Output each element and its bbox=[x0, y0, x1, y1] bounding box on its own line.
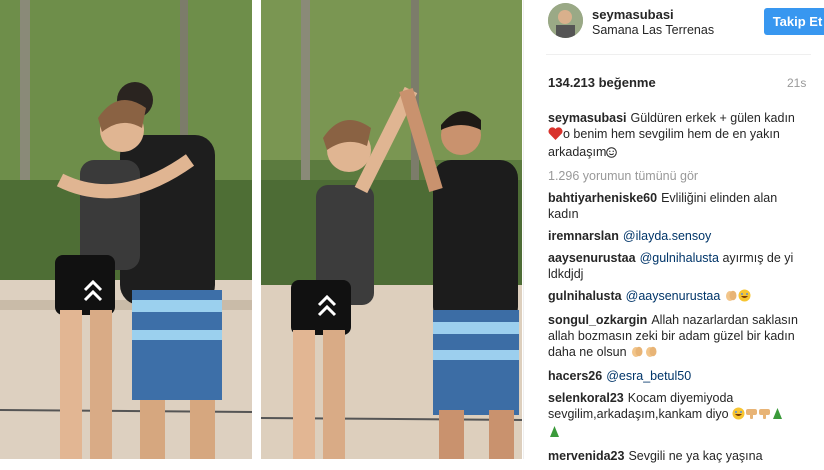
caption-text-2: o benim hem sevgilim hem de en yakın ark… bbox=[548, 127, 780, 159]
comment-item: iremnarslan @ilayda.sensoy bbox=[548, 228, 810, 244]
thumbs-down-emoji-icon bbox=[758, 407, 771, 424]
laughing-emoji-icon bbox=[732, 407, 745, 424]
comment-mention[interactable]: @aaysenurustaa bbox=[626, 289, 721, 303]
comment-mention[interactable]: @ilayda.sensoy bbox=[623, 229, 711, 243]
comment-username[interactable]: mervenida23 bbox=[548, 449, 624, 463]
post-side-panel: seymasubasi Samana Las Terrenas Takip Et… bbox=[523, 0, 824, 463]
view-all-comments-link[interactable]: 1.296 yorumun tümünü gör bbox=[548, 168, 810, 184]
comment-username[interactable]: iremnarslan bbox=[548, 229, 619, 243]
clapping-hands-emoji-icon bbox=[724, 289, 738, 306]
comment-username[interactable]: gulnihalusta bbox=[548, 289, 622, 303]
comment-item: aaysenurustaa @gulnihalusta ayırmış de yi… bbox=[548, 250, 810, 282]
comment-text: Sevgili ne ya kaç yaşına bbox=[628, 449, 763, 463]
divider bbox=[546, 54, 811, 55]
post-time[interactable]: 21s bbox=[787, 76, 806, 90]
comment-item: hacers26 @esra_betul50 bbox=[548, 368, 810, 384]
comment-username[interactable]: bahtiyarheniske60 bbox=[548, 191, 657, 205]
evil-eye-emoji-icon bbox=[548, 425, 561, 442]
comment-username[interactable]: songul_ozkargin bbox=[548, 313, 647, 327]
caption: seymasubasi Güldüren erkek + gülen kadın … bbox=[548, 110, 810, 162]
comment-item: bahtiyarheniske60 Evliliğini elinden alan… bbox=[548, 190, 810, 222]
comment-mention[interactable]: @esra_betul50 bbox=[606, 369, 691, 383]
clapping-hands-emoji-icon bbox=[644, 345, 658, 362]
evil-eye-emoji-icon bbox=[771, 407, 784, 424]
photo-right-highfive bbox=[261, 0, 522, 459]
caption-username[interactable]: seymasubasi bbox=[548, 111, 627, 125]
like-count[interactable]: 134.213 beğenme bbox=[548, 75, 656, 90]
post-location[interactable]: Samana Las Terrenas bbox=[592, 23, 714, 37]
comment-username[interactable]: aaysenurustaa bbox=[548, 251, 636, 265]
avatar[interactable] bbox=[548, 3, 583, 38]
follow-button[interactable]: Takip Et bbox=[764, 8, 824, 35]
comment-username[interactable]: hacers26 bbox=[548, 369, 602, 383]
smile-emoji-icon bbox=[606, 146, 618, 162]
comment-mention[interactable]: @gulnihalusta bbox=[640, 251, 719, 265]
comment-item: mervenida23 Sevgili ne ya kaç yaşına bbox=[548, 448, 810, 464]
comment-item: songul_ozkargin Allah nazarlardan saklası… bbox=[548, 312, 810, 362]
heart-emoji-icon bbox=[548, 127, 563, 144]
caption-text-1: Güldüren erkek + gülen kadın bbox=[630, 111, 795, 125]
post-username[interactable]: seymasubasi bbox=[592, 7, 674, 22]
post-header: seymasubasi Samana Las Terrenas Takip Et bbox=[548, 0, 824, 43]
laughing-emoji-icon bbox=[738, 289, 751, 306]
photo-left-hug bbox=[0, 0, 252, 459]
clapping-hands-emoji-icon bbox=[630, 345, 644, 362]
comment-list: seymasubasi Güldüren erkek + gülen kadın … bbox=[548, 110, 810, 470]
comment-item: gulnihalusta @aaysenurustaa bbox=[548, 288, 810, 306]
thumbs-down-emoji-icon bbox=[745, 407, 758, 424]
comment-item: selenkoral23 Kocam diyemiyoda sevgilim,ar… bbox=[548, 390, 810, 442]
comment-username[interactable]: selenkoral23 bbox=[548, 391, 624, 405]
post-photo[interactable] bbox=[0, 0, 522, 459]
